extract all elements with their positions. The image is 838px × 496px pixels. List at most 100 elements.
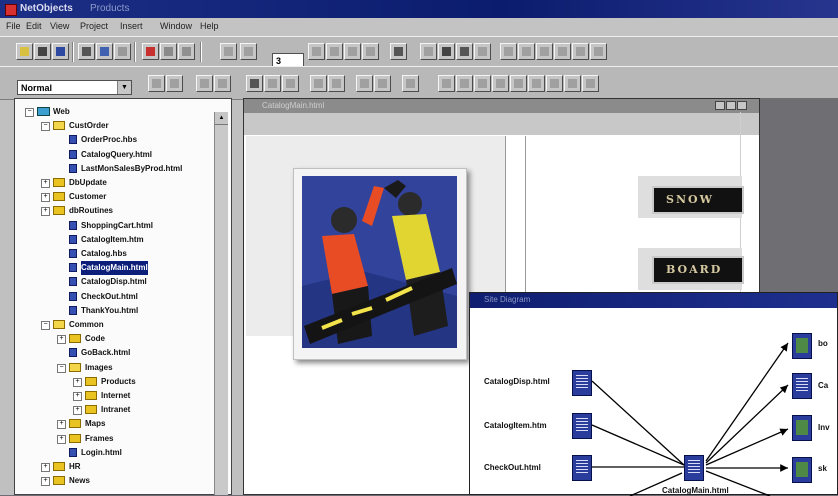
- validate-button[interactable]: [590, 43, 607, 60]
- justify-button[interactable]: [214, 75, 231, 92]
- frame-button[interactable]: [510, 75, 527, 92]
- paragraph-style-select[interactable]: Normal ▼: [17, 80, 132, 95]
- expand-icon[interactable]: +: [57, 434, 66, 444]
- expand-icon[interactable]: +: [41, 477, 50, 487]
- minimize-button[interactable]: [715, 101, 725, 110]
- maximize-button[interactable]: [726, 101, 736, 110]
- snowboarders-photo[interactable]: [302, 176, 457, 348]
- delete-button[interactable]: [142, 43, 159, 60]
- center-page-node-icon[interactable]: [684, 455, 704, 481]
- link-button[interactable]: [420, 43, 437, 60]
- font-button[interactable]: [362, 43, 379, 60]
- page-node-icon[interactable]: [792, 373, 812, 399]
- menu-project[interactable]: Project: [80, 21, 108, 31]
- tree-item-label: Images: [85, 362, 113, 372]
- menu-file[interactable]: File: [6, 21, 21, 31]
- bullet-list-button[interactable]: [246, 75, 263, 92]
- scroll-up-arrow-icon[interactable]: ▲: [215, 112, 228, 125]
- expand-icon[interactable]: +: [57, 335, 66, 345]
- zoom-select[interactable]: 3: [272, 53, 304, 67]
- indent-button[interactable]: [310, 75, 327, 92]
- expand-icon[interactable]: +: [73, 377, 82, 387]
- tree-scrollbar[interactable]: ▲: [214, 112, 228, 495]
- menu-help[interactable]: Help: [200, 21, 219, 31]
- tree-item-label: CatalogDisp.html: [81, 277, 147, 287]
- save-button[interactable]: [52, 43, 69, 60]
- properties-button[interactable]: [160, 43, 177, 60]
- bold-button[interactable]: [308, 43, 325, 60]
- paste-button[interactable]: [114, 43, 131, 60]
- cut-button[interactable]: [78, 43, 95, 60]
- snow-nav-button[interactable]: SNOW: [652, 186, 744, 214]
- align-right-button[interactable]: [196, 75, 213, 92]
- page-icon: [69, 263, 77, 273]
- frame-divider: [505, 136, 506, 296]
- publish-button[interactable]: [564, 75, 581, 92]
- font-color-button[interactable]: [374, 75, 391, 92]
- undo-button[interactable]: [220, 43, 237, 60]
- font-size-button[interactable]: [356, 75, 373, 92]
- chevron-down-icon[interactable]: ▼: [117, 81, 131, 94]
- object-button[interactable]: [518, 43, 535, 60]
- script-button[interactable]: [500, 43, 517, 60]
- expand-icon[interactable]: +: [73, 406, 82, 416]
- expand-icon[interactable]: +: [41, 463, 50, 472]
- map-button[interactable]: [546, 75, 563, 92]
- spell-button[interactable]: [438, 75, 455, 92]
- grid-button[interactable]: [492, 75, 509, 92]
- page-node-icon[interactable]: [572, 370, 592, 396]
- collapse-icon[interactable]: −: [57, 363, 66, 373]
- menu-edit[interactable]: Edit: [26, 21, 42, 31]
- layer-button[interactable]: [528, 75, 545, 92]
- heading-button[interactable]: [328, 75, 345, 92]
- close-button[interactable]: [737, 101, 747, 110]
- menu-bar: File Edit View Project Insert Window Hel…: [0, 18, 838, 36]
- applet-button[interactable]: [536, 43, 553, 60]
- underline-button[interactable]: [344, 43, 361, 60]
- document-title: Products: [90, 3, 130, 14]
- preview-button[interactable]: [178, 43, 195, 60]
- table-button[interactable]: [390, 43, 407, 60]
- editor-title-bar: CatalogMain.html: [244, 99, 759, 113]
- expand-icon[interactable]: +: [41, 193, 50, 203]
- expand-icon[interactable]: +: [73, 392, 82, 401]
- board-nav-button[interactable]: BOARD: [652, 256, 744, 284]
- image-node-icon[interactable]: [792, 457, 812, 483]
- expand-icon[interactable]: +: [41, 207, 50, 217]
- collapse-icon[interactable]: −: [41, 321, 50, 330]
- new-button[interactable]: [16, 43, 33, 60]
- redo-button[interactable]: [240, 43, 257, 60]
- italic-button[interactable]: [326, 43, 343, 60]
- collapse-icon[interactable]: −: [41, 122, 50, 132]
- help-button[interactable]: [582, 75, 599, 92]
- menu-window[interactable]: Window: [160, 21, 192, 31]
- image-node-icon[interactable]: [792, 333, 812, 359]
- tree-item-label: Catalog.hbs: [81, 249, 127, 258]
- editor-ruler: [244, 113, 759, 135]
- activex-button[interactable]: [572, 43, 589, 60]
- open-button[interactable]: [34, 43, 51, 60]
- folder-icon: [69, 433, 81, 443]
- page-node-icon[interactable]: [572, 413, 592, 439]
- plugin-button[interactable]: [554, 43, 571, 60]
- expand-icon[interactable]: +: [57, 420, 66, 430]
- expand-icon[interactable]: +: [41, 179, 50, 188]
- menu-view[interactable]: View: [50, 21, 69, 31]
- anchor-button[interactable]: [402, 75, 419, 92]
- copy-button[interactable]: [96, 43, 113, 60]
- image-node-icon[interactable]: [792, 415, 812, 441]
- form-button[interactable]: [474, 43, 491, 60]
- replace-button[interactable]: [474, 75, 491, 92]
- line-button[interactable]: [456, 43, 473, 60]
- align-center-button[interactable]: [166, 75, 183, 92]
- number-list-button[interactable]: [264, 75, 281, 92]
- menu-insert[interactable]: Insert: [120, 21, 143, 31]
- outdent-button[interactable]: [282, 75, 299, 92]
- page-icon: [69, 149, 77, 159]
- align-left-button[interactable]: [148, 75, 165, 92]
- collapse-icon[interactable]: −: [25, 108, 34, 117]
- page-node-icon[interactable]: [572, 455, 592, 481]
- tree-item-label: Common: [69, 320, 104, 329]
- image-button[interactable]: [438, 43, 455, 60]
- find-button[interactable]: [456, 75, 473, 92]
